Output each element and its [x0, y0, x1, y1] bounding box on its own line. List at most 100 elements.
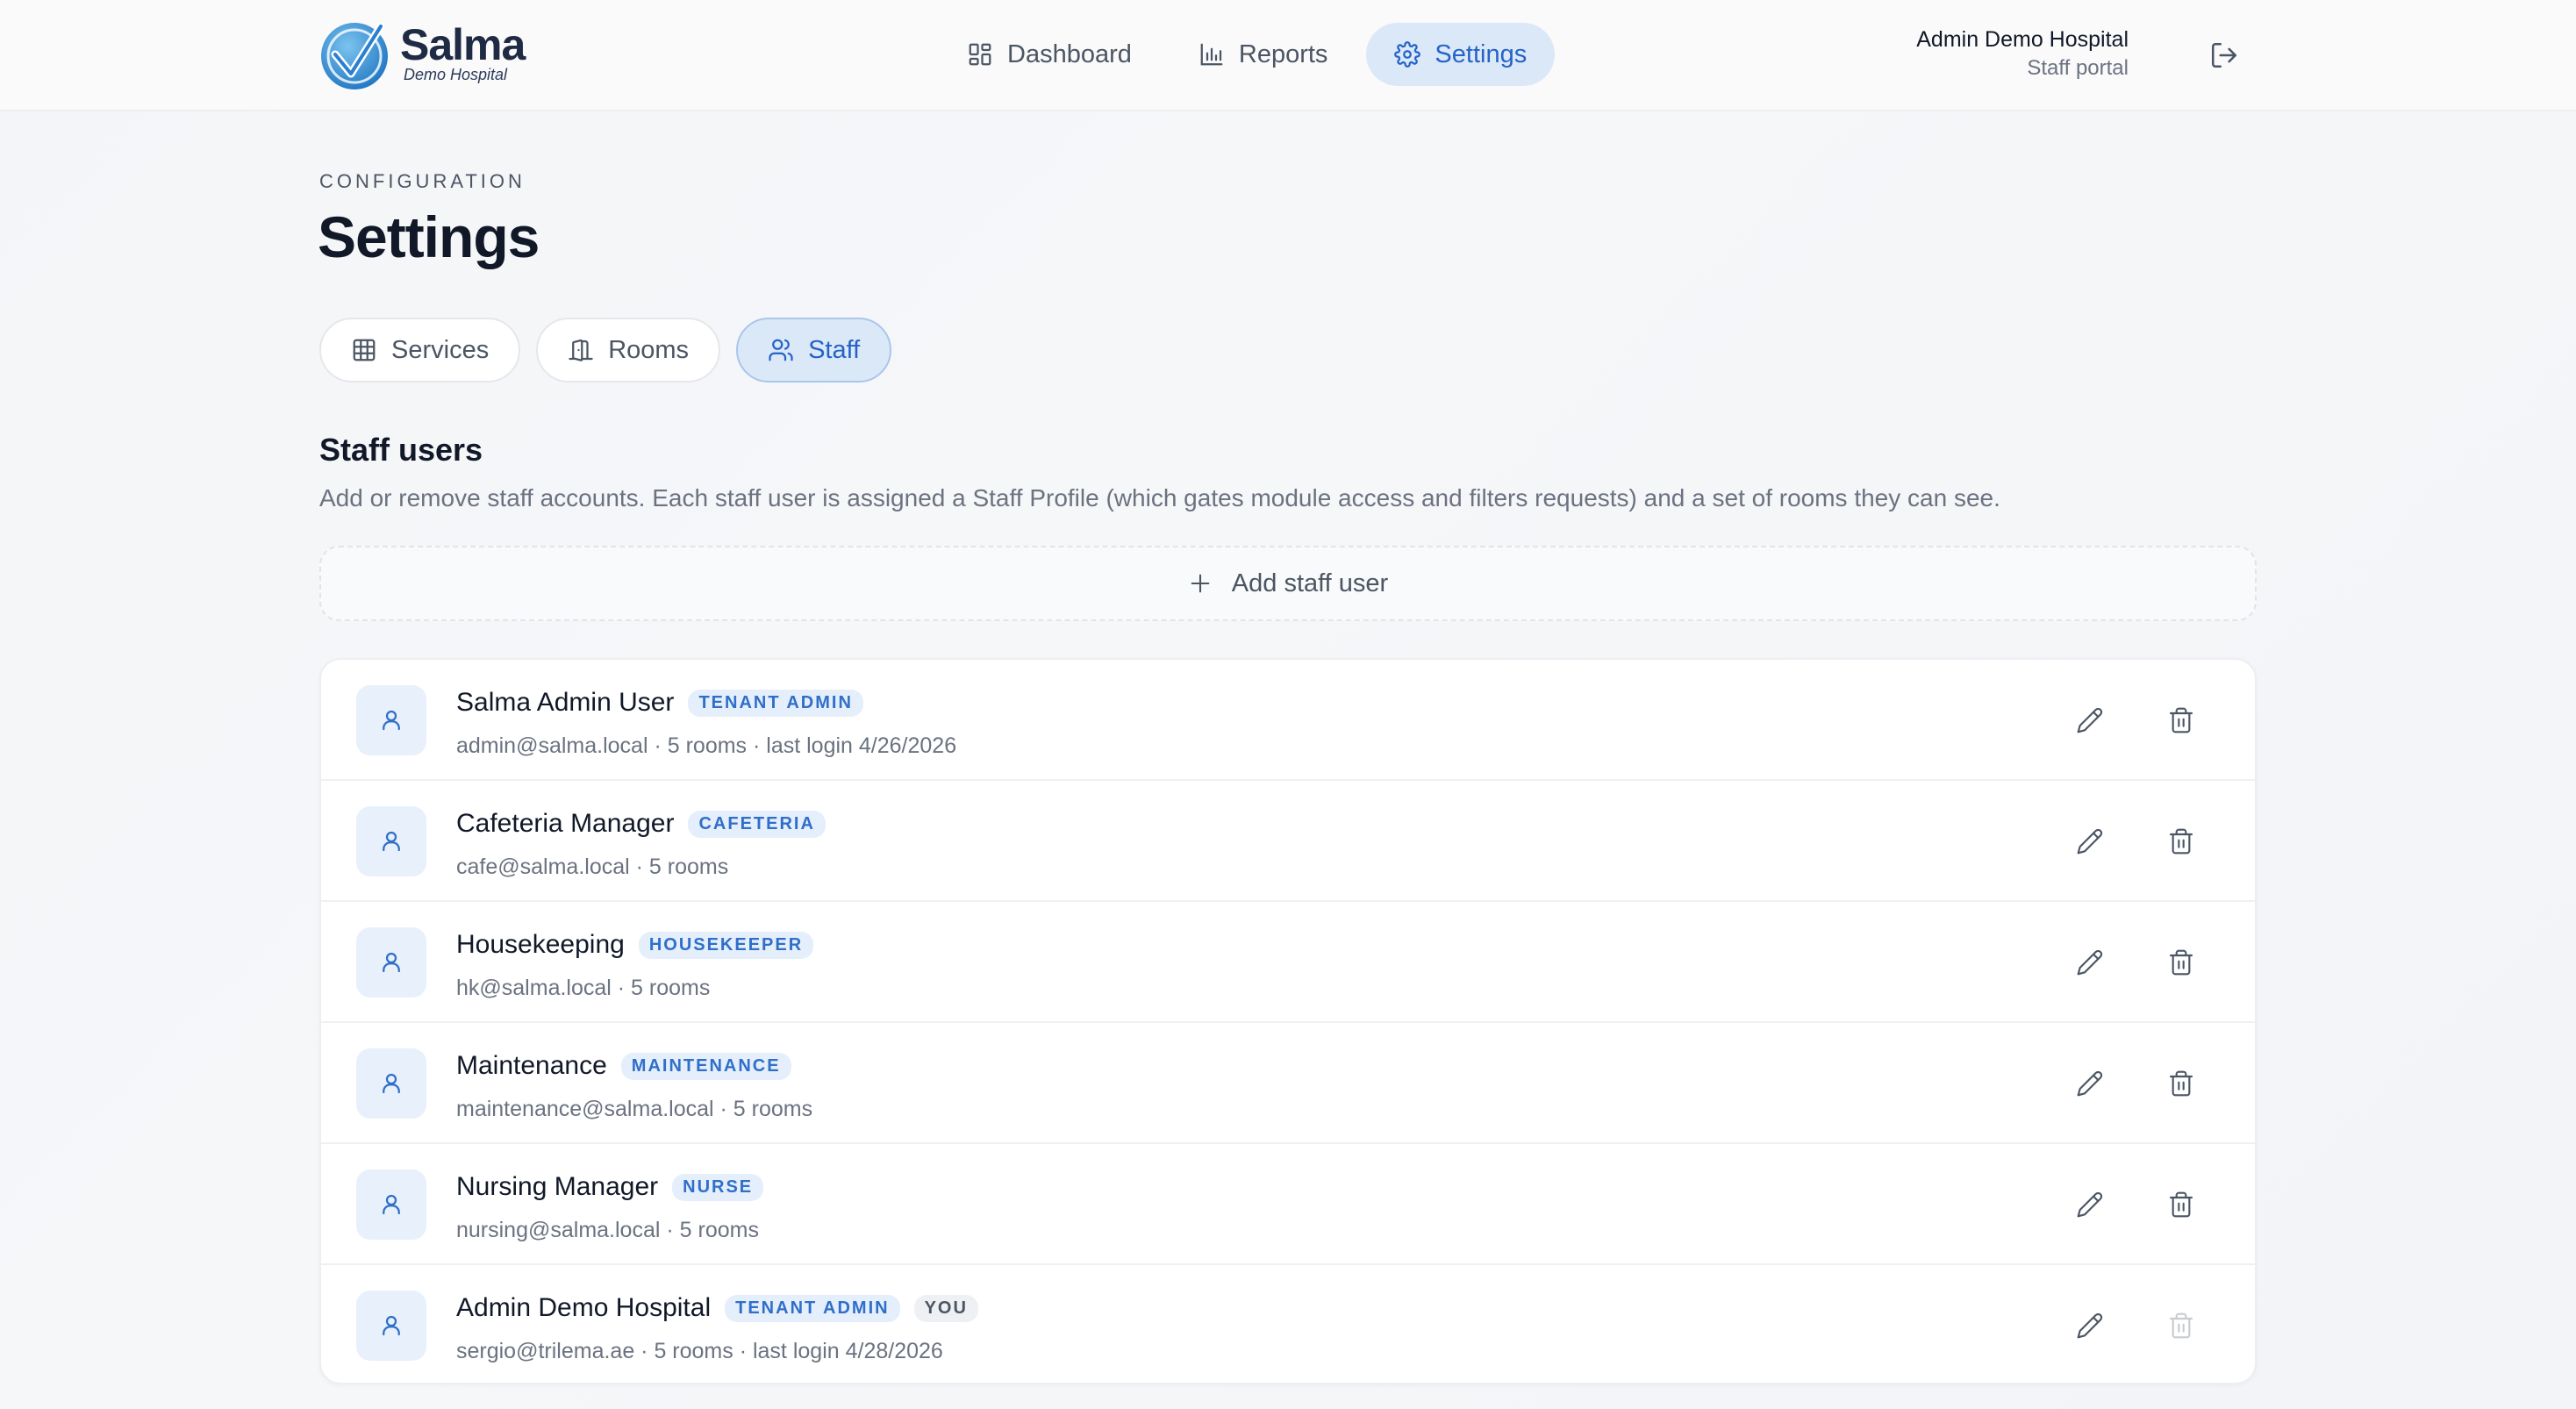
- staff-name-line: Cafeteria Manager CAFETERIA: [456, 809, 826, 839]
- delete-button[interactable]: [2164, 945, 2199, 980]
- trash-icon: [2169, 1191, 2193, 1218]
- staff-row: Nursing Manager NURSE nursing@salma.loca…: [321, 1144, 2255, 1265]
- tab-services[interactable]: Services: [319, 318, 521, 383]
- edit-button[interactable]: [2072, 824, 2107, 859]
- edit-button[interactable]: [2072, 1308, 2107, 1343]
- delete-button[interactable]: [2164, 824, 2199, 859]
- trash-icon: [2169, 1312, 2193, 1339]
- avatar: [356, 1291, 426, 1361]
- dashboard-icon: [969, 43, 991, 66]
- delete-button: [2164, 1308, 2199, 1343]
- user-role: Staff portal: [2027, 56, 2129, 80]
- role-badge: TENANT ADMIN: [688, 689, 863, 717]
- user-icon: [383, 710, 400, 731]
- nav-reports-label: Reports: [1238, 39, 1328, 68]
- staff-meta: nursing@salma.local · 5 rooms: [456, 1218, 759, 1242]
- bar-chart-icon: [1200, 43, 1223, 66]
- staff-name: Cafeteria Manager: [456, 809, 675, 838]
- nav-settings-label: Settings: [1435, 39, 1528, 68]
- section-title: Staff users: [319, 432, 483, 468]
- staff-name: Housekeeping: [456, 930, 625, 959]
- page-eyebrow: CONFIGURATION: [319, 170, 526, 192]
- user-icon: [383, 952, 400, 973]
- staff-meta: admin@salma.local · 5 rooms · last login…: [456, 733, 957, 758]
- staff-row: Housekeeping HOUSEKEEPER hk@salma.local …: [321, 902, 2255, 1023]
- user-icon: [383, 1315, 400, 1336]
- staff-name: Salma Admin User: [456, 688, 675, 717]
- edit-button[interactable]: [2072, 1066, 2107, 1101]
- avatar: [356, 806, 426, 876]
- user-name: Admin Demo Hospital: [1916, 27, 2129, 52]
- user-info: Admin Demo Hospital Staff portal: [1916, 25, 2129, 82]
- page-title: Settings: [318, 204, 540, 269]
- staff-meta: maintenance@salma.local · 5 rooms: [456, 1097, 813, 1121]
- staff-name: Nursing Manager: [456, 1172, 659, 1201]
- gear-icon: [1394, 41, 1421, 68]
- grid-icon: [353, 339, 376, 361]
- staff-name: Admin Demo Hospital: [456, 1293, 712, 1322]
- staff-row: Admin Demo Hospital TENANT ADMIN YOU ser…: [321, 1265, 2255, 1383]
- role-badge: MAINTENANCE: [620, 1052, 791, 1080]
- brand-subtitle: Demo Hospital: [404, 66, 508, 83]
- tab-rooms[interactable]: Rooms: [536, 318, 721, 383]
- top-bar: Salma Demo Hospital Dashboard Reports Se…: [0, 0, 2576, 111]
- staff-row: Salma Admin User TENANT ADMIN admin@salm…: [321, 660, 2255, 781]
- staff-name-line: Admin Demo Hospital TENANT ADMIN YOU: [456, 1293, 978, 1323]
- user-icon: [383, 1073, 400, 1094]
- staff-name-line: Housekeeping HOUSEKEEPER: [456, 930, 814, 960]
- staff-row: Cafeteria Manager CAFETERIA cafe@salma.l…: [321, 781, 2255, 902]
- avatar: [356, 1048, 426, 1119]
- section-description: Add or remove staff accounts. Each staff…: [319, 484, 2000, 511]
- role-badge: CAFETERIA: [688, 810, 826, 838]
- staff-meta: sergio@trilema.ae · 5 rooms · last login…: [456, 1339, 943, 1363]
- avatar: [356, 685, 426, 755]
- logout-icon[interactable]: [2209, 40, 2239, 70]
- trash-icon: [2169, 949, 2193, 976]
- brand-name: Salma: [400, 20, 526, 69]
- role-badge: NURSE: [672, 1173, 764, 1201]
- delete-button[interactable]: [2164, 703, 2199, 738]
- staff-meta: cafe@salma.local · 5 rooms: [456, 855, 729, 879]
- you-badge: YOU: [913, 1294, 978, 1322]
- door-icon: [569, 339, 593, 361]
- user-icon: [383, 831, 400, 852]
- nav-settings[interactable]: Settings: [1366, 23, 1556, 86]
- staff-name: Maintenance: [456, 1051, 607, 1080]
- pencil-icon: [2077, 707, 2103, 733]
- pencil-icon: [2077, 1312, 2103, 1339]
- nav-reports[interactable]: Reports: [1170, 23, 1356, 86]
- staff-list: Salma Admin User TENANT ADMIN admin@salm…: [319, 658, 2257, 1384]
- pencil-icon: [2077, 1070, 2103, 1097]
- logo-mark-icon: [321, 22, 388, 89]
- main-nav: Dashboard Reports Settings: [939, 23, 1556, 86]
- avatar: [356, 927, 426, 998]
- nav-dashboard-label: Dashboard: [1007, 39, 1132, 68]
- delete-button[interactable]: [2164, 1066, 2199, 1101]
- users-icon: [769, 339, 793, 361]
- settings-tabs: Services Rooms Staff: [319, 318, 892, 383]
- add-staff-user-button[interactable]: Add staff user: [319, 546, 2257, 621]
- tab-staff[interactable]: Staff: [736, 318, 892, 383]
- staff-name-line: Salma Admin User TENANT ADMIN: [456, 688, 863, 718]
- delete-button[interactable]: [2164, 1187, 2199, 1222]
- pencil-icon: [2077, 828, 2103, 855]
- edit-button[interactable]: [2072, 703, 2107, 738]
- pencil-icon: [2077, 949, 2103, 976]
- role-badge: HOUSEKEEPER: [638, 931, 814, 959]
- plus-icon: [1191, 574, 1210, 593]
- edit-button[interactable]: [2072, 1187, 2107, 1222]
- brand-logo[interactable]: Salma Demo Hospital: [318, 18, 526, 91]
- tab-rooms-label: Rooms: [608, 335, 690, 364]
- staff-name-line: Maintenance MAINTENANCE: [456, 1051, 791, 1081]
- staff-row: Maintenance MAINTENANCE maintenance@salm…: [321, 1023, 2255, 1144]
- trash-icon: [2169, 1070, 2193, 1097]
- user-icon: [383, 1194, 400, 1215]
- pencil-icon: [2077, 1191, 2103, 1218]
- edit-button[interactable]: [2072, 945, 2107, 980]
- trash-icon: [2169, 707, 2193, 733]
- tab-services-label: Services: [391, 335, 490, 364]
- tab-staff-label: Staff: [808, 335, 861, 364]
- role-badge: TENANT ADMIN: [725, 1294, 900, 1322]
- add-staff-user-label: Add staff user: [1231, 569, 1389, 597]
- nav-dashboard[interactable]: Dashboard: [939, 23, 1160, 86]
